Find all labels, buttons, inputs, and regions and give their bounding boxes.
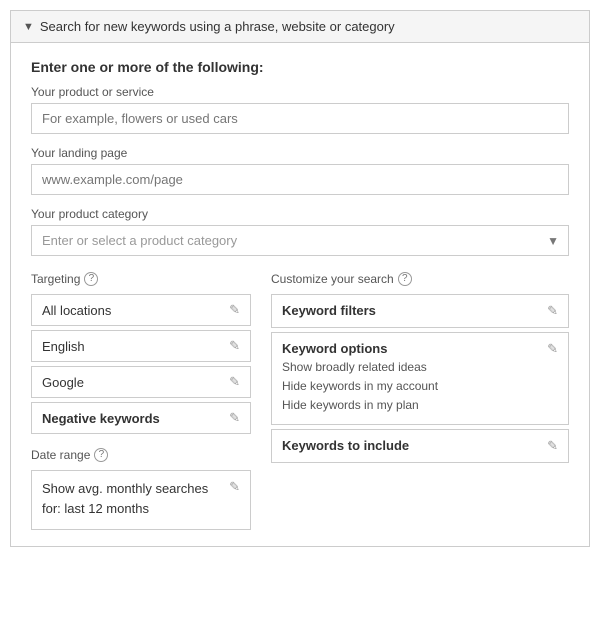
- keywords-to-include-row[interactable]: Keywords to include ✎: [271, 429, 569, 463]
- keyword-options-sub: Show broadly related ideas Hide keywords…: [282, 358, 547, 416]
- keywords-to-include-label: Keywords to include: [282, 438, 547, 453]
- all-locations-edit-icon[interactable]: ✎: [229, 302, 240, 318]
- targeting-label: Targeting: [31, 272, 80, 286]
- negative-keywords-edit-icon[interactable]: ✎: [229, 410, 240, 426]
- keywords-to-include-content: Keywords to include: [282, 438, 547, 453]
- targeting-option-english[interactable]: English ✎: [31, 330, 251, 362]
- keyword-options-edit-icon[interactable]: ✎: [547, 341, 558, 357]
- keyword-filters-edit-icon[interactable]: ✎: [547, 303, 558, 319]
- targeting-option-negative-keywords[interactable]: Negative keywords ✎: [31, 402, 251, 434]
- targeting-help-icon[interactable]: ?: [84, 272, 98, 286]
- date-range-section: Date range ? Show avg. monthly searches …: [31, 448, 251, 530]
- category-label: Your product category: [31, 207, 569, 221]
- english-label: English: [42, 339, 85, 354]
- targeting-option-all-locations[interactable]: All locations ✎: [31, 294, 251, 326]
- targeting-title: Targeting ?: [31, 272, 251, 286]
- date-range-title-row: Date range ?: [31, 448, 251, 462]
- keyword-options-sub-item-1: Show broadly related ideas: [282, 358, 547, 377]
- two-column-section: Targeting ? All locations ✎ English ✎ Go…: [31, 272, 569, 530]
- panel-collapse-arrow: ▼: [23, 21, 34, 33]
- keyword-filters-label: Keyword filters: [282, 303, 547, 318]
- all-locations-label: All locations: [42, 303, 111, 318]
- keyword-filters-content: Keyword filters: [282, 303, 547, 318]
- keywords-to-include-edit-icon[interactable]: ✎: [547, 438, 558, 454]
- date-range-line2: for: last 12 months: [42, 501, 149, 516]
- category-select-wrapper: Enter or select a product category ▼: [31, 225, 569, 256]
- keyword-options-label: Keyword options: [282, 341, 547, 356]
- panel-header-title: Search for new keywords using a phrase, …: [40, 19, 395, 34]
- customize-title: Customize your search ?: [271, 272, 569, 286]
- date-range-edit-icon[interactable]: ✎: [229, 479, 240, 495]
- keyword-options-content: Keyword options Show broadly related ide…: [282, 341, 547, 416]
- main-panel: ▼ Search for new keywords using a phrase…: [10, 10, 590, 547]
- date-range-text: Show avg. monthly searches for: last 12 …: [42, 479, 208, 518]
- keyword-options-sub-item-3: Hide keywords in my plan: [282, 396, 547, 415]
- english-edit-icon[interactable]: ✎: [229, 338, 240, 354]
- negative-keywords-label: Negative keywords: [42, 411, 160, 426]
- product-input[interactable]: [31, 103, 569, 134]
- customize-label: Customize your search: [271, 272, 394, 286]
- keyword-options-row[interactable]: Keyword options Show broadly related ide…: [271, 332, 569, 425]
- date-range-line1: Show avg. monthly searches: [42, 481, 208, 496]
- landing-input[interactable]: [31, 164, 569, 195]
- date-range-help-icon[interactable]: ?: [94, 448, 108, 462]
- landing-label: Your landing page: [31, 146, 569, 160]
- panel-body: Enter one or more of the following: Your…: [11, 43, 589, 546]
- panel-header[interactable]: ▼ Search for new keywords using a phrase…: [11, 11, 589, 43]
- product-label: Your product or service: [31, 85, 569, 99]
- keyword-filters-row[interactable]: Keyword filters ✎: [271, 294, 569, 328]
- date-range-label: Date range: [31, 448, 90, 462]
- keyword-options-sub-item-2: Hide keywords in my account: [282, 377, 547, 396]
- category-select[interactable]: Enter or select a product category: [31, 225, 569, 256]
- customize-column: Customize your search ? Keyword filters …: [271, 272, 569, 530]
- google-edit-icon[interactable]: ✎: [229, 374, 240, 390]
- targeting-column: Targeting ? All locations ✎ English ✎ Go…: [31, 272, 251, 530]
- section-title: Enter one or more of the following:: [31, 59, 569, 75]
- customize-help-icon[interactable]: ?: [398, 272, 412, 286]
- google-label: Google: [42, 375, 84, 390]
- date-range-box[interactable]: Show avg. monthly searches for: last 12 …: [31, 470, 251, 530]
- targeting-option-google[interactable]: Google ✎: [31, 366, 251, 398]
